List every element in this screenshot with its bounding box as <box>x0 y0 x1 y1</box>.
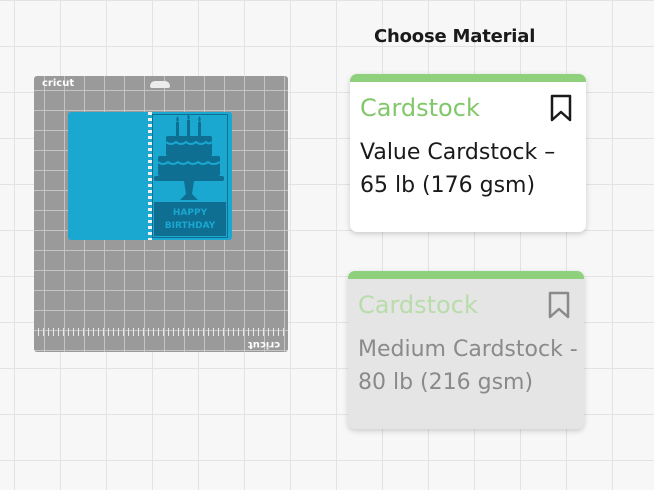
material-name-label: Medium Cardstock - 80 lb (216 gsm) <box>358 337 578 395</box>
card-text-birthday: BIRTHDAY <box>165 221 216 231</box>
material-category-label: Cardstock <box>358 291 478 319</box>
material-card-medium-cardstock[interactable]: Cardstock Medium Cardstock - 80 lb (216 … <box>348 271 584 429</box>
material-category-label: Cardstock <box>360 94 480 122</box>
material-card-accent-bar <box>348 271 584 279</box>
material-card-accent-bar <box>350 74 586 82</box>
mat-brand-logo-mirrored: cricut <box>247 339 280 350</box>
choose-material-title: Choose Material <box>374 26 536 47</box>
card-text-happy: HAPPY <box>173 208 208 218</box>
mat-brand-logo: cricut <box>42 78 75 89</box>
mat-notch <box>150 81 170 88</box>
birthday-cake-graphic: HAPPY BIRTHDAY <box>152 114 228 238</box>
bookmark-icon[interactable] <box>548 291 570 319</box>
material-card-value-cardstock[interactable]: Cardstock Value Cardstock – 65 lb (176 g… <box>350 74 586 232</box>
bookmark-icon[interactable] <box>550 94 572 122</box>
card-left-panel <box>68 112 150 240</box>
material-name-label: Value Cardstock – 65 lb (176 gsm) <box>360 140 556 198</box>
card-design: HAPPY BIRTHDAY <box>68 112 232 240</box>
mat-ruler <box>38 328 284 336</box>
